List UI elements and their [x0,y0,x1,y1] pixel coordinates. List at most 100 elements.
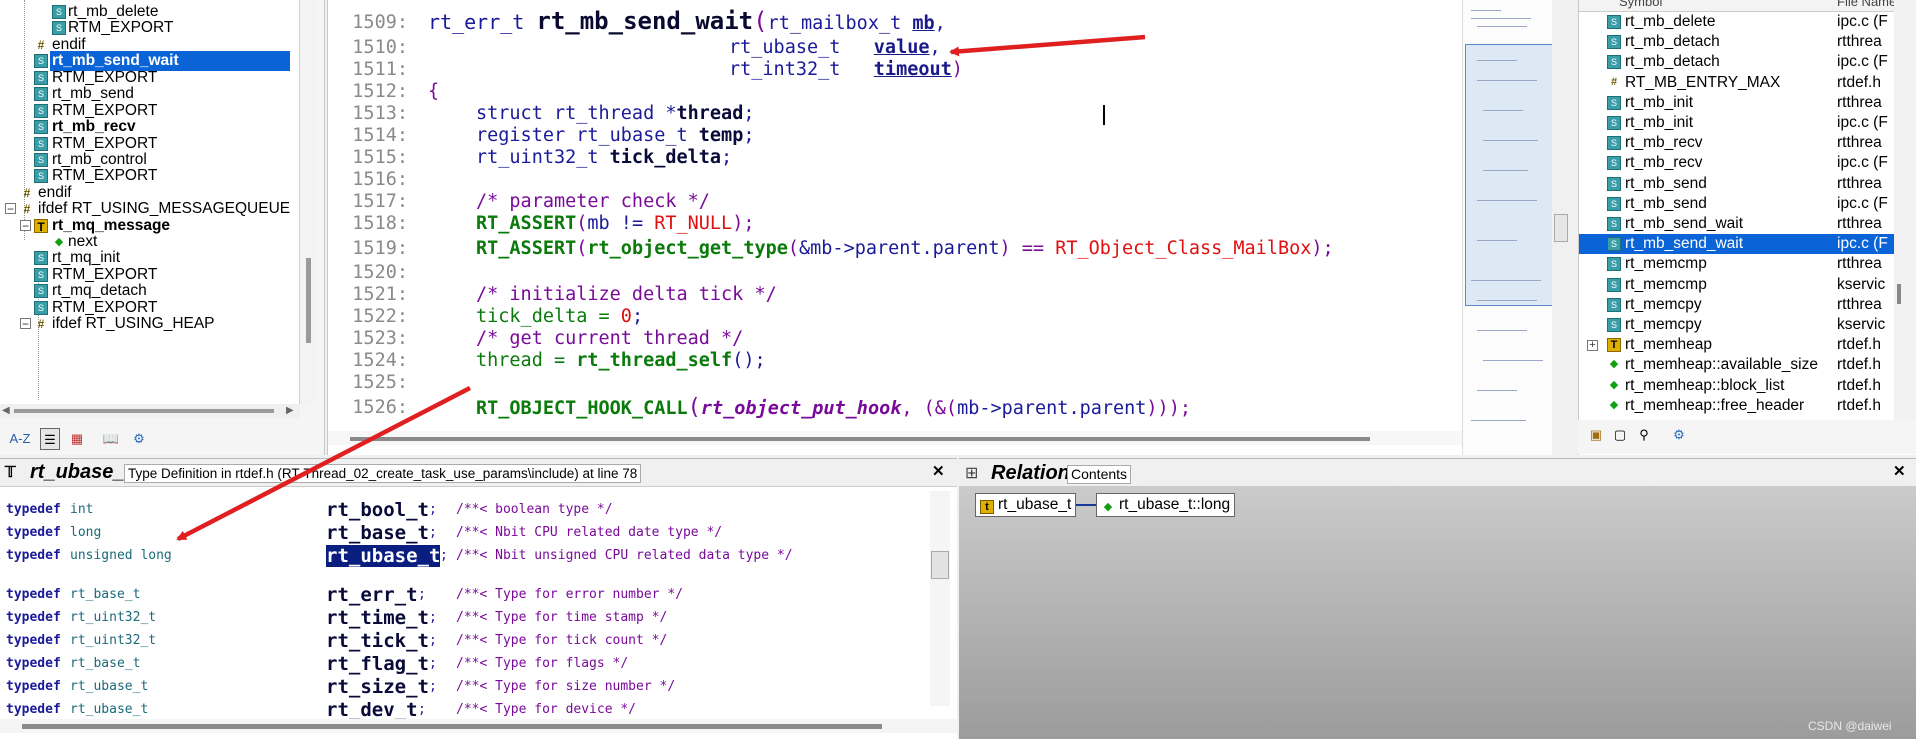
symbol-row[interactable]: Srt_mb_init ipc.c (F [1579,113,1916,133]
collapse-icon[interactable]: − [20,318,31,330]
line-number: 1517: [352,191,408,212]
gear-icon[interactable]: ⚙ [128,428,150,450]
symbol-row[interactable]: ◆ rt_memheap::available_size rtdef.h [1579,355,1916,375]
code-overview-map[interactable] [1462,0,1552,455]
scroll-left-icon[interactable]: ◀ [2,405,10,416]
member-icon: ◆ [1103,501,1113,513]
relation-node[interactable]: ◆ rt_ubase_t::long [1096,493,1236,517]
scrollbar-thumb[interactable] [931,551,949,579]
symbol-file: ipc.c (F [1837,53,1888,71]
symbol-row[interactable]: Srt_memcmp rtthrea [1579,254,1916,274]
code-editor[interactable]: 1509: 1510: 1511: 1512: 1513: 1514: 1515… [327,0,1465,455]
symbol-row[interactable]: Srt_mb_send ipc.c (F [1579,194,1916,214]
overview-scroll-thumb[interactable] [1554,214,1568,242]
symbol-row[interactable]: Srt_memcpy rtthrea [1579,295,1916,315]
function-icon: S [34,268,48,282]
overview-line [1477,330,1527,331]
symbol-file: rtdef.h [1837,396,1881,414]
symbol-row[interactable]: + Trt_memheap rtdef.h [1579,335,1916,355]
type-name: rt_ubase_t [576,125,699,146]
folder-icon[interactable]: ▣ [1586,424,1606,446]
scroll-right-icon[interactable]: ▶ [286,405,294,416]
typedef-comment: /**< Type for time stamp */ [456,610,668,625]
scrollbar-thumb[interactable] [14,409,274,413]
symbol-row[interactable]: Srt_mb_send_wait rtthrea [1579,214,1916,234]
typedef-name: rt_size_t [326,676,429,698]
symbol-name: RT_MB_ENTRY_MAX [1625,73,1781,91]
overview-line [1471,10,1501,11]
book-icon[interactable]: 📖 [100,428,122,450]
list-view-icon[interactable]: ☰ [40,428,60,450]
relation-mode[interactable]: Contents [1067,465,1132,484]
overview-line [1471,420,1526,421]
symbol-row[interactable]: Srt_mb_detach rtthrea [1579,32,1916,52]
context-vertical-scrollbar[interactable] [930,491,950,706]
variable-name: temp [698,125,744,146]
typedef-base-type: rt_uint32_t [70,610,157,625]
symbol-list-vertical-scrollbar[interactable] [1894,0,1916,420]
relation-node-label: rt_ubase_t [998,496,1072,513]
function-icon: S [1607,116,1621,130]
constant: RT_Object_Class_MailBox [1055,238,1312,259]
function-icon: S [1607,217,1621,231]
overview-line [1477,26,1527,27]
scrollbar-thumb[interactable] [306,258,311,343]
function-icon: S [1607,196,1621,211]
tree-item[interactable]: − # ifdef RT_USING_HEAP [0,314,299,334]
tree-horizontal-scrollbar[interactable]: ◀ ▶ [0,404,300,418]
close-icon[interactable]: ✕ [1893,462,1906,480]
symbol-row[interactable]: Srt_mb_recv ipc.c (F [1579,153,1916,173]
line-number: 1521: [352,284,408,305]
sort-az-button[interactable]: A-Z [8,428,32,450]
relation-node[interactable]: t rt_ubase_t [975,493,1077,517]
symbol-row[interactable]: ◆ rt_memheap::free_header rtdef.h [1579,396,1916,416]
symbol-name: rt_mb_send [1625,174,1707,192]
collapse-icon[interactable]: − [5,203,16,215]
symbol-row-selected[interactable]: Srt_mb_send_wait ipc.c (F [1579,234,1916,255]
symbol-row[interactable]: Srt_memcpy kservic [1579,315,1916,335]
column-header-symbol[interactable]: Symbol [1619,0,1662,9]
code-line: rt_int32_t timeout) [729,59,963,81]
symbol-file: rtthrea [1837,295,1882,313]
symbol-file: ipc.c (F [1837,114,1888,131]
close-icon[interactable]: ✕ [932,462,945,480]
column-header-file[interactable]: File Name [1837,0,1896,9]
new-file-icon[interactable]: ▢ [1610,424,1630,446]
expand-icon[interactable]: + [1587,340,1598,352]
param-type: rt_ubase_t [729,37,874,58]
typedef-semicolon: ; [418,702,426,717]
context-description: Type Definition in rtdef.h (RT-Thread_02… [124,464,642,483]
code-comment: /* get current thread */ [476,328,744,349]
symbol-row[interactable]: ◆ rt_memheap::block_list rtdef.h [1579,376,1916,396]
gear-icon[interactable]: ⚙ [1668,424,1690,446]
overview-line [1483,360,1543,361]
paren: ) [951,59,963,80]
paren: ( [576,238,588,259]
scrollbar-thumb[interactable] [350,437,1370,441]
symbol-row[interactable]: # RT_MB_ENTRY_MAX rtdef.h [1579,73,1916,93]
symbol-row[interactable]: Srt_mb_delete ipc.c (F [1579,12,1916,32]
context-symbol-name: rt_ubase_t [30,461,132,483]
function-icon: S [34,153,48,167]
editor-horizontal-scrollbar[interactable] [328,431,1465,445]
param-type: rt_mailbox_t [767,13,913,34]
tree-item-label: ifdef RT_USING_HEAP [52,315,215,332]
symbol-row[interactable]: Srt_mb_recv rtthrea [1579,133,1916,153]
scrollbar-thumb[interactable] [1897,284,1901,304]
category-view-icon[interactable]: ▦ [66,428,88,450]
collapse-icon[interactable]: − [20,220,31,232]
symbol-row[interactable]: Srt_mb_init rtthrea [1579,93,1916,113]
member-icon: ◆ [1609,398,1619,411]
tree-vertical-scrollbar[interactable] [300,0,316,404]
symbol-row[interactable]: Srt_memcmp kservic [1579,275,1916,295]
symbol-row[interactable]: Srt_mb_send rtthrea [1579,174,1916,194]
symbol-row[interactable]: Srt_mb_detach ipc.c (F [1579,52,1916,72]
context-horizontal-scrollbar[interactable] [0,719,957,733]
function-icon: S [1607,136,1621,151]
typedef-name: rt_base_t [326,522,429,544]
line-number: 1510: [352,37,408,58]
scrollbar-thumb[interactable] [22,724,882,729]
overview-viewport[interactable] [1465,44,1552,306]
preprocessor-icon: # [37,317,45,331]
filter-icon[interactable]: ⚲ [1634,424,1654,446]
